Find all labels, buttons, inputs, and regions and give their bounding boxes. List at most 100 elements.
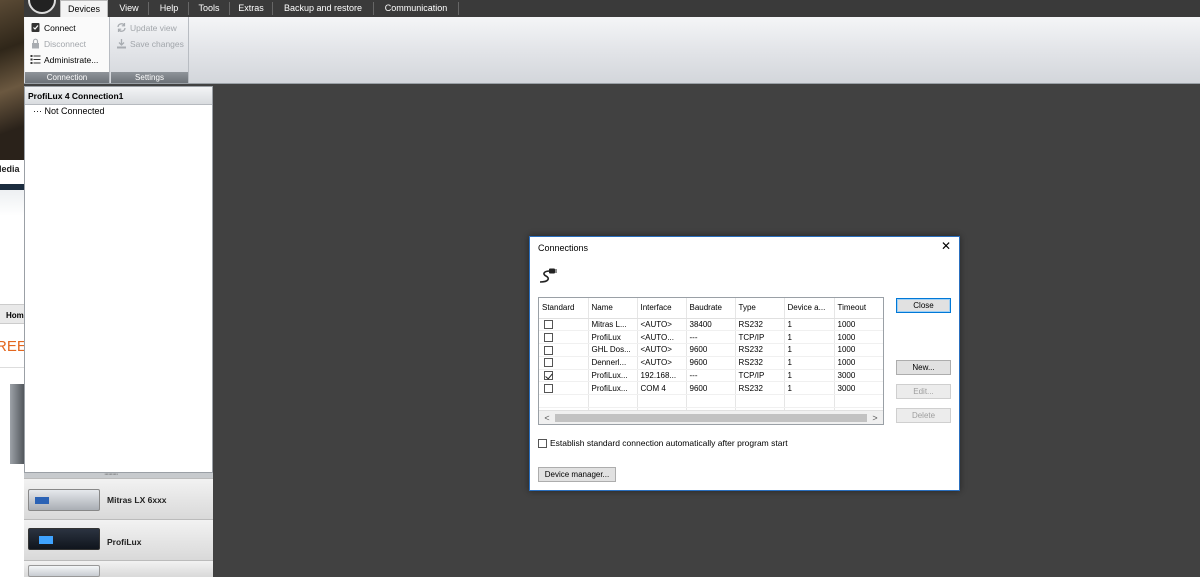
device-item-profilux[interactable]: ProfiLux (24, 519, 213, 560)
device-name: ProfiLux (107, 537, 142, 547)
cell-name: Mitras L... (588, 318, 638, 332)
ribbon-group-connection: Connect Disconnect Administrate... Conne… (25, 17, 110, 83)
empty-row (539, 394, 883, 409)
standard-checkbox[interactable] (544, 332, 553, 342)
close-button[interactable]: Close (896, 298, 951, 313)
cell-type: TCP/IP (735, 330, 785, 345)
connection-tree-panel: ProfiLux 4 Connection1 ··· Not Connected (24, 86, 213, 473)
column-header-type[interactable]: Type (735, 298, 785, 319)
cell-name: ProfiLux... (588, 381, 638, 396)
tab-backup-restore[interactable]: Backup and restore (274, 0, 372, 17)
home-link[interactable]: Hom (0, 304, 24, 324)
standard-checkbox[interactable] (544, 345, 553, 355)
table-row[interactable]: ProfiLux... 192.168... --- TCP/IP 1 3000 (539, 369, 883, 383)
table-row[interactable]: GHL Dos... <AUTO> 9600 RS232 1 1000 (539, 343, 883, 357)
cell-timeout: 1000 (834, 343, 883, 357)
update-view-label: Update view (130, 23, 177, 33)
tab-extras[interactable]: Extras (231, 0, 271, 17)
column-header-baudrate[interactable]: Baudrate (686, 298, 736, 319)
column-header-device-address[interactable]: Device a... (784, 298, 835, 319)
cell-device: 1 (784, 343, 835, 357)
cell-type: RS232 (735, 343, 785, 357)
save-changes-button[interactable]: Save changes (116, 37, 184, 51)
table-row[interactable]: ProfiLux <AUTO... --- TCP/IP 1 1000 (539, 330, 883, 345)
tab-help[interactable]: Help (150, 0, 188, 17)
table-row[interactable]: ProfiLux... COM 4 9600 RS232 1 3000 (539, 381, 883, 396)
standard-checkbox[interactable] (544, 358, 553, 368)
table-row[interactable]: Dennerl... <AUTO> 9600 RS232 1 1000 (539, 356, 883, 370)
cell-name: GHL Dos... (588, 343, 638, 357)
standard-checkbox[interactable] (544, 384, 553, 394)
scrollbar-thumb[interactable] (555, 414, 867, 422)
standard-cell (539, 369, 589, 383)
cell-baudrate: 9600 (686, 381, 736, 396)
column-header-interface[interactable]: Interface (637, 298, 687, 319)
administrate-button[interactable]: Administrate... (30, 53, 98, 67)
column-header-timeout[interactable]: Timeout (834, 298, 883, 319)
cell-interface: <AUTO... (637, 330, 687, 345)
cell-interface: <AUTO> (637, 343, 687, 357)
scroll-right-icon[interactable]: > (868, 411, 882, 424)
cell-name: ProfiLux... (588, 369, 638, 383)
table-row[interactable]: Mitras L... <AUTO> 38400 RS232 1 1000 (539, 318, 883, 332)
connect-button[interactable]: Connect (30, 21, 76, 35)
splitter-grip: ·········· (104, 471, 118, 478)
disconnect-button[interactable]: Disconnect (30, 37, 86, 51)
horizontal-scrollbar[interactable]: < > (539, 410, 883, 424)
app-logo-icon[interactable] (28, 0, 56, 14)
list-icon (30, 55, 41, 65)
edit-button[interactable]: Edit... (896, 384, 951, 399)
device-item-partial[interactable] (24, 560, 213, 577)
cell-baudrate: --- (686, 369, 736, 383)
download-save-icon (117, 39, 126, 49)
standard-checkbox[interactable] (544, 320, 553, 330)
tab-communication[interactable]: Communication (375, 0, 457, 17)
device-list: Mitras LX 6xxx ProfiLux (24, 478, 213, 577)
dark-band (0, 184, 24, 190)
tab-devices[interactable]: Devices (60, 0, 108, 18)
tab-view[interactable]: View (110, 0, 148, 17)
cell-baudrate: 9600 (686, 343, 736, 357)
cell-interface: COM 4 (637, 381, 687, 396)
standard-cell (539, 330, 589, 345)
tree-item-not-connected[interactable]: ··· Not Connected (25, 105, 212, 117)
connections-dialog: Connections ✕ Standard Name Interface Ba… (529, 236, 960, 491)
ribbon: Connect Disconnect Administrate... Conne… (0, 17, 1200, 84)
delete-button[interactable]: Delete (896, 408, 951, 423)
device-manager-button[interactable]: Device manager... (538, 467, 616, 482)
cell-interface: 192.168... (637, 369, 687, 383)
background-photo (0, 0, 24, 160)
settings-group-label: Settings (111, 72, 188, 83)
standard-cell (539, 356, 589, 370)
divider (0, 367, 24, 368)
disconnect-label: Disconnect (44, 39, 87, 49)
connections-table: Standard Name Interface Baudrate Type De… (538, 297, 884, 425)
connect-icon (31, 23, 40, 33)
connection-group-label: Connection (25, 72, 109, 83)
cell-name: Dennerl... (588, 356, 638, 370)
auto-connect-option[interactable]: Establish standard connection automatica… (538, 438, 788, 449)
administrate-label: Administrate... (44, 55, 99, 65)
column-header-standard[interactable]: Standard (539, 298, 589, 319)
standard-cell (539, 381, 589, 396)
tab-tools[interactable]: Tools (190, 0, 228, 17)
lock-icon (32, 38, 39, 49)
menu-bar: Devices View Help Tools Extras Backup an… (0, 0, 1200, 18)
mitras-device-image (28, 489, 100, 511)
cell-device: 1 (784, 356, 835, 370)
update-view-button[interactable]: Update view (116, 21, 177, 35)
tree-title: ProfiLux 4 Connection1 (25, 87, 212, 105)
standard-checkbox[interactable] (544, 371, 553, 381)
scroll-left-icon[interactable]: < (540, 411, 554, 424)
auto-connect-checkbox[interactable] (538, 439, 547, 449)
new-button[interactable]: New... (896, 360, 951, 375)
cell-name: ProfiLux (588, 330, 638, 345)
connection-plug-icon (539, 268, 557, 283)
cell-timeout: 1000 (834, 318, 883, 332)
cell-type: RS232 (735, 318, 785, 332)
column-header-name[interactable]: Name (588, 298, 638, 319)
close-icon[interactable]: ✕ (939, 239, 953, 253)
device-item-mitras[interactable]: Mitras LX 6xxx (24, 478, 213, 519)
auto-connect-label: Establish standard connection automatica… (550, 438, 788, 448)
cell-baudrate: 38400 (686, 318, 736, 332)
